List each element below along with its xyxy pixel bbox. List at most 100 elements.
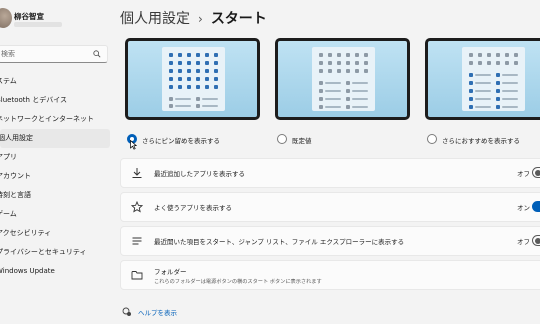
page-title: スタート bbox=[210, 11, 267, 27]
sidebar-nav: ステム Bluetooth とデバイス ネットワークとインターネット 個人用設定… bbox=[0, 72, 110, 281]
recommended-item bbox=[475, 90, 491, 92]
sidebar-item-bluetooth[interactable]: Bluetooth とデバイス bbox=[0, 91, 110, 110]
app-tile bbox=[169, 97, 173, 101]
sidebar-item-label: Bluetooth とデバイス bbox=[0, 96, 67, 104]
app-tile bbox=[496, 73, 500, 77]
list-icon bbox=[132, 237, 142, 245]
app-tile bbox=[319, 69, 323, 73]
radio-button[interactable] bbox=[427, 134, 437, 144]
app-tile bbox=[214, 85, 218, 89]
setting-recently-added-apps[interactable]: 最近追加したアプリを表示する オフ bbox=[120, 158, 540, 188]
app-tile bbox=[205, 85, 209, 89]
sidebar-item-accessibility[interactable]: アクセシビリティ bbox=[0, 224, 110, 243]
toggle-switch[interactable] bbox=[532, 201, 540, 212]
app-tile bbox=[196, 69, 200, 73]
help-link-label: ヘルプを表示 bbox=[138, 309, 177, 317]
recommended-item bbox=[502, 82, 518, 84]
sidebar-item-system[interactable]: ステム bbox=[0, 72, 110, 91]
app-tile bbox=[169, 77, 173, 81]
app-tile bbox=[469, 61, 473, 65]
layout-preview-default[interactable] bbox=[275, 38, 410, 120]
recommended-item bbox=[202, 98, 218, 100]
app-tile bbox=[337, 53, 341, 57]
breadcrumb-separator: › bbox=[198, 12, 203, 26]
recommended-item bbox=[475, 106, 491, 108]
app-tile bbox=[196, 104, 200, 108]
app-tile bbox=[478, 53, 482, 57]
radio-button[interactable] bbox=[277, 134, 287, 144]
app-tile bbox=[346, 105, 350, 109]
app-tile bbox=[496, 97, 500, 101]
sidebar-item-gaming[interactable]: ゲーム bbox=[0, 205, 110, 224]
layout-preview-more-pins[interactable] bbox=[125, 38, 260, 120]
sidebar-item-label: アカウント bbox=[0, 172, 31, 180]
app-tile bbox=[187, 69, 191, 73]
sidebar-item-privacy[interactable]: プライバシーとセキュリティ bbox=[0, 243, 110, 262]
sidebar-item-network[interactable]: ネットワークとインターネット bbox=[0, 110, 110, 129]
app-tile bbox=[169, 104, 173, 108]
layout-preview-more-recommendations[interactable] bbox=[425, 38, 540, 120]
app-tile bbox=[169, 53, 173, 57]
recommended-item bbox=[175, 105, 191, 107]
setting-recently-opened-items[interactable]: 最近開いた項目をスタート、ジャンプ リスト、ファイル エクスプローラーに表示する… bbox=[120, 226, 540, 256]
layout-option-label: 既定値 bbox=[292, 137, 312, 145]
user-profile[interactable]: 柳谷智宣 bbox=[0, 8, 112, 30]
toggle-knob bbox=[535, 238, 540, 244]
breadcrumb-parent[interactable]: 個人用設定 bbox=[120, 11, 190, 27]
app-tile bbox=[505, 53, 509, 57]
toggle-state-text: オン bbox=[517, 204, 530, 212]
setting-description: これらのフォルダーは電源ボタンの横のスタート ボタンに表示されます bbox=[154, 279, 322, 285]
app-tile bbox=[496, 81, 500, 85]
app-tile bbox=[196, 97, 200, 101]
app-tile bbox=[469, 53, 473, 57]
search-input[interactable]: 検索 bbox=[0, 45, 108, 63]
app-tile bbox=[169, 69, 173, 73]
app-tile bbox=[196, 53, 200, 57]
setting-most-used-apps[interactable]: よく使うアプリを表示する オン bbox=[120, 192, 540, 222]
app-tile bbox=[496, 53, 500, 57]
setting-label: 最近開いた項目をスタート、ジャンプ リスト、ファイル エクスプローラーに表示する bbox=[154, 238, 405, 246]
recommended-item bbox=[475, 98, 491, 100]
app-tile bbox=[346, 69, 350, 73]
folder-icon bbox=[131, 271, 143, 280]
sidebar-item-label: アクセシビリティ bbox=[0, 229, 52, 237]
app-tile bbox=[205, 53, 209, 57]
app-tile bbox=[328, 61, 332, 65]
app-tile bbox=[319, 89, 323, 93]
sidebar-item-personalization[interactable]: 個人用設定 bbox=[0, 129, 110, 148]
setting-label: よく使うアプリを表示する bbox=[154, 204, 232, 212]
app-tile bbox=[469, 105, 473, 109]
layout-screen bbox=[278, 41, 407, 117]
app-tile bbox=[178, 61, 182, 65]
avatar bbox=[0, 8, 12, 28]
app-tile bbox=[196, 61, 200, 65]
start-panel-preview bbox=[462, 47, 525, 111]
app-tile bbox=[196, 77, 200, 81]
star-icon bbox=[131, 201, 143, 213]
app-tile bbox=[355, 53, 359, 57]
breadcrumb: 個人用設定 › スタート bbox=[120, 8, 267, 28]
app-tile bbox=[487, 61, 491, 65]
layout-screen bbox=[428, 41, 540, 117]
recommended-item bbox=[325, 90, 341, 92]
sidebar-item-apps[interactable]: アプリ bbox=[0, 148, 110, 167]
setting-folders[interactable]: フォルダー これらのフォルダーは電源ボタンの横のスタート ボタンに表示されます bbox=[120, 260, 540, 290]
recommended-item bbox=[502, 90, 518, 92]
sidebar-item-time-language[interactable]: 時刻と言語 bbox=[0, 186, 110, 205]
app-tile bbox=[205, 77, 209, 81]
sidebar-item-label: 個人用設定 bbox=[0, 134, 33, 142]
layout-option-label: さらにピン留めを表示する bbox=[142, 137, 220, 145]
recommended-item bbox=[502, 98, 518, 100]
help-icon bbox=[122, 307, 131, 316]
app-tile bbox=[205, 69, 209, 73]
sidebar-item-windows-update[interactable]: Windows Update bbox=[0, 262, 110, 281]
sidebar-item-accounts[interactable]: アカウント bbox=[0, 167, 110, 186]
toggle-switch[interactable] bbox=[532, 167, 540, 178]
app-tile bbox=[328, 53, 332, 57]
app-tile bbox=[214, 61, 218, 65]
search-placeholder: 検索 bbox=[1, 50, 15, 58]
recommended-item bbox=[325, 82, 341, 84]
app-tile bbox=[346, 61, 350, 65]
recommended-item bbox=[352, 90, 368, 92]
toggle-switch[interactable] bbox=[532, 235, 540, 246]
